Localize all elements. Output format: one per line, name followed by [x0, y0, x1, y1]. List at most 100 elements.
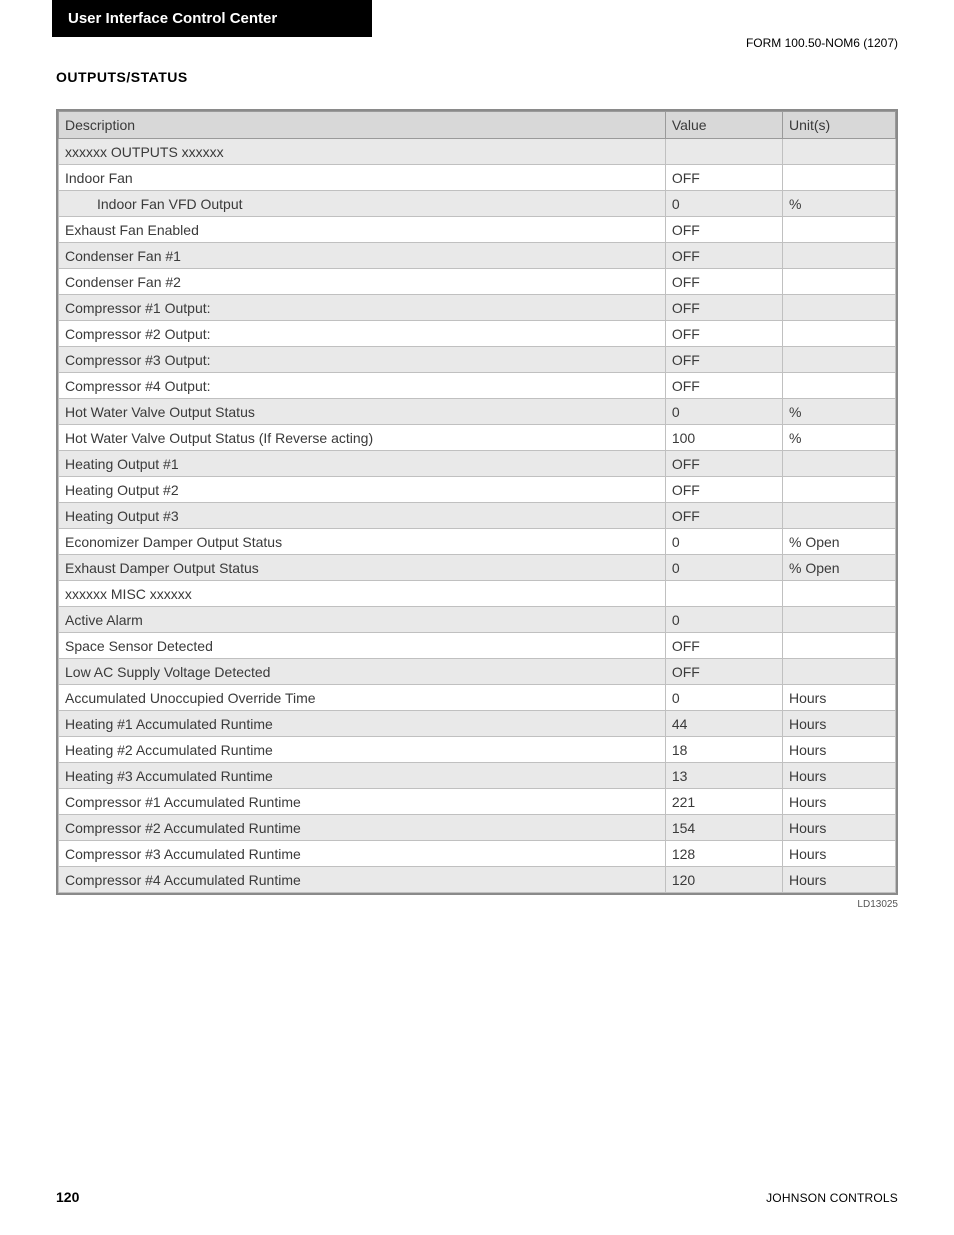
- cell-unit: [783, 217, 896, 243]
- table-row: Condenser Fan #2OFF: [59, 269, 896, 295]
- outputs-status-table: Description Value Unit(s) xxxxxx OUTPUTS…: [56, 109, 898, 895]
- table-row: Indoor FanOFF: [59, 165, 896, 191]
- cell-description: Exhaust Damper Output Status: [59, 555, 666, 581]
- cell-description: Compressor #3 Accumulated Runtime: [59, 841, 666, 867]
- cell-unit: Hours: [783, 737, 896, 763]
- cell-unit: [783, 321, 896, 347]
- table-row: Space Sensor DetectedOFF: [59, 633, 896, 659]
- cell-description: Compressor #2 Output:: [59, 321, 666, 347]
- cell-value: OFF: [665, 165, 782, 191]
- cell-value: OFF: [665, 503, 782, 529]
- header-unit: Unit(s): [783, 112, 896, 139]
- cell-value: [665, 139, 782, 165]
- cell-description: Heating Output #2: [59, 477, 666, 503]
- cell-description: xxxxxx OUTPUTS xxxxxx: [59, 139, 666, 165]
- cell-description: Low AC Supply Voltage Detected: [59, 659, 666, 685]
- table-row: Compressor #2 Accumulated Runtime154Hour…: [59, 815, 896, 841]
- cell-value: 0: [665, 399, 782, 425]
- table-row: Condenser Fan #1OFF: [59, 243, 896, 269]
- cell-description: Compressor #4 Accumulated Runtime: [59, 867, 666, 893]
- table-row: Economizer Damper Output Status0% Open: [59, 529, 896, 555]
- table-row: xxxxxx OUTPUTS xxxxxx: [59, 139, 896, 165]
- cell-value: 0: [665, 191, 782, 217]
- cell-unit: [783, 633, 896, 659]
- cell-unit: % Open: [783, 555, 896, 581]
- table-row: Compressor #1 Output:OFF: [59, 295, 896, 321]
- cell-description: Compressor #2 Accumulated Runtime: [59, 815, 666, 841]
- section-heading: OUTPUTS/STATUS: [56, 69, 954, 85]
- cell-unit: [783, 269, 896, 295]
- cell-description: Economizer Damper Output Status: [59, 529, 666, 555]
- cell-unit: Hours: [783, 763, 896, 789]
- cell-value: OFF: [665, 477, 782, 503]
- table-row: Active Alarm0: [59, 607, 896, 633]
- cell-unit: [783, 659, 896, 685]
- cell-unit: Hours: [783, 711, 896, 737]
- cell-unit: %: [783, 425, 896, 451]
- table-row: Hot Water Valve Output Status0%: [59, 399, 896, 425]
- cell-value: 100: [665, 425, 782, 451]
- cell-description: Heating #1 Accumulated Runtime: [59, 711, 666, 737]
- cell-unit: [783, 451, 896, 477]
- table-row: Exhaust Fan EnabledOFF: [59, 217, 896, 243]
- cell-description: xxxxxx MISC xxxxxx: [59, 581, 666, 607]
- cell-value: 13: [665, 763, 782, 789]
- cell-value: 44: [665, 711, 782, 737]
- table-row: Exhaust Damper Output Status0% Open: [59, 555, 896, 581]
- cell-description: Active Alarm: [59, 607, 666, 633]
- cell-value: 128: [665, 841, 782, 867]
- cell-unit: [783, 503, 896, 529]
- table-row: Heating #2 Accumulated Runtime18Hours: [59, 737, 896, 763]
- cell-description: Hot Water Valve Output Status (If Revers…: [59, 425, 666, 451]
- cell-unit: %: [783, 191, 896, 217]
- cell-value: OFF: [665, 347, 782, 373]
- cell-description: Condenser Fan #1: [59, 243, 666, 269]
- header-description: Description: [59, 112, 666, 139]
- cell-unit: [783, 243, 896, 269]
- cell-unit: Hours: [783, 685, 896, 711]
- table-row: Compressor #3 Accumulated Runtime128Hour…: [59, 841, 896, 867]
- cell-value: OFF: [665, 295, 782, 321]
- table-row: Heating Output #3OFF: [59, 503, 896, 529]
- banner-title: User Interface Control Center: [52, 0, 372, 37]
- cell-description: Accumulated Unoccupied Override Time: [59, 685, 666, 711]
- cell-unit: [783, 347, 896, 373]
- cell-value: 0: [665, 685, 782, 711]
- cell-description: Indoor Fan: [59, 165, 666, 191]
- cell-description: Exhaust Fan Enabled: [59, 217, 666, 243]
- cell-description: Heating Output #1: [59, 451, 666, 477]
- cell-unit: [783, 295, 896, 321]
- cell-value: OFF: [665, 633, 782, 659]
- table-row: Low AC Supply Voltage DetectedOFF: [59, 659, 896, 685]
- cell-unit: [783, 607, 896, 633]
- cell-value: 0: [665, 555, 782, 581]
- table-row: Compressor #1 Accumulated Runtime221Hour…: [59, 789, 896, 815]
- cell-unit: [783, 139, 896, 165]
- table-row: Heating Output #1OFF: [59, 451, 896, 477]
- cell-value: OFF: [665, 321, 782, 347]
- cell-description: Compressor #3 Output:: [59, 347, 666, 373]
- cell-value: OFF: [665, 217, 782, 243]
- figure-id: LD13025: [0, 899, 898, 910]
- table-row: Heating #1 Accumulated Runtime44Hours: [59, 711, 896, 737]
- cell-value: 0: [665, 607, 782, 633]
- table-row: Compressor #4 Accumulated Runtime120Hour…: [59, 867, 896, 893]
- table-row: Hot Water Valve Output Status (If Revers…: [59, 425, 896, 451]
- cell-unit: Hours: [783, 867, 896, 893]
- cell-value: 0: [665, 529, 782, 555]
- page-footer: 120 JOHNSON CONTROLS: [0, 1189, 954, 1205]
- cell-value: 18: [665, 737, 782, 763]
- cell-value: 120: [665, 867, 782, 893]
- cell-value: OFF: [665, 659, 782, 685]
- cell-unit: % Open: [783, 529, 896, 555]
- cell-unit: [783, 373, 896, 399]
- cell-value: 154: [665, 815, 782, 841]
- cell-description: Compressor #1 Output:: [59, 295, 666, 321]
- cell-value: OFF: [665, 243, 782, 269]
- cell-description: Heating #3 Accumulated Runtime: [59, 763, 666, 789]
- cell-unit: [783, 581, 896, 607]
- table-row: Compressor #3 Output:OFF: [59, 347, 896, 373]
- cell-unit: %: [783, 399, 896, 425]
- table-row: xxxxxx MISC xxxxxx: [59, 581, 896, 607]
- table-row: Heating #3 Accumulated Runtime13Hours: [59, 763, 896, 789]
